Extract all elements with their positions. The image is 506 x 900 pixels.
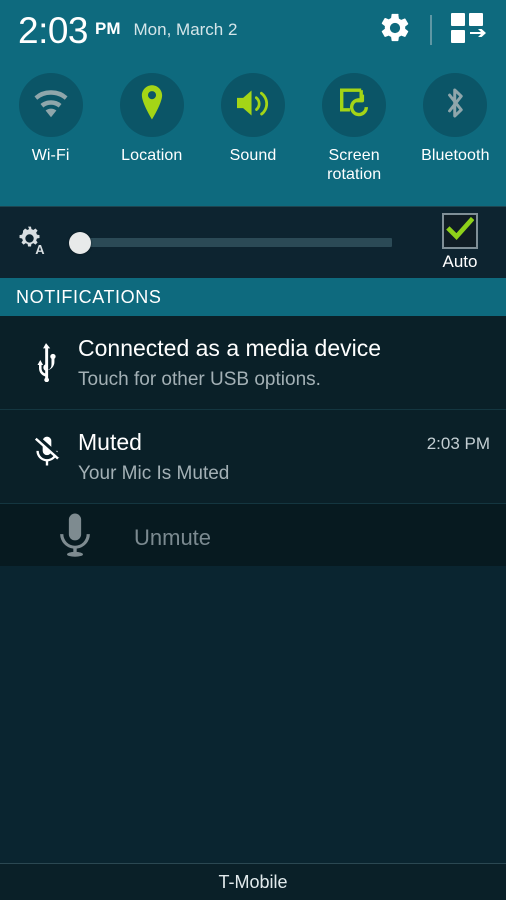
action-icon-wrap <box>16 512 134 563</box>
toggle-sound-label: Sound <box>229 147 277 164</box>
screen-rotation-label-line2: rotation <box>327 166 382 183</box>
notification-title: Muted <box>78 429 142 455</box>
brightness-slider-track[interactable] <box>74 238 392 247</box>
bluetooth-icon <box>439 84 471 127</box>
brightness-icon-wrap: A <box>0 224 62 261</box>
gear-icon <box>378 11 412 50</box>
screen-rotation-label-line1: Screen <box>328 147 380 164</box>
carrier-footer: T-Mobile <box>0 863 506 900</box>
usb-icon <box>32 340 62 393</box>
toggle-screen-rotation[interactable]: Screen rotation <box>306 73 402 184</box>
notifications-header-label: NOTIFICATIONS <box>16 286 162 307</box>
notification-list: Connected as a media device Touch for ot… <box>0 316 506 572</box>
auto-brightness-label: Auto <box>442 252 478 271</box>
quick-toggles-row: Wi-Fi Location Sound Screen rotation Blu… <box>0 60 506 206</box>
settings-button[interactable] <box>378 11 412 50</box>
brightness-slider[interactable] <box>62 223 414 263</box>
notification-subtitle: Your Mic Is Muted <box>78 463 230 484</box>
notification-time: 2:03 PM <box>426 434 490 453</box>
toggle-location-label: Location <box>121 147 183 164</box>
microphone-muted-icon <box>32 434 62 487</box>
notification-action-label: Unmute <box>134 524 212 550</box>
auto-brightness-checkbox[interactable]: Auto <box>414 213 506 272</box>
notifications-header: NOTIFICATIONS <box>0 278 506 316</box>
location-pin-icon <box>136 84 168 127</box>
status-bar-divider <box>430 15 432 45</box>
microphone-icon <box>56 512 94 563</box>
auto-brightness-gear-icon: A <box>14 224 48 261</box>
brightness-row: A Auto <box>0 206 506 278</box>
auto-brightness-check-box[interactable] <box>442 213 478 249</box>
notification-title: Connected as a media device <box>78 335 382 361</box>
speaker-sound-icon <box>234 87 272 124</box>
notification-item-muted[interactable]: Muted Your Mic Is Muted 2:03 PM <box>0 410 506 504</box>
brightness-slider-knob[interactable] <box>69 231 91 254</box>
toggle-screen-rotation-label: Screen rotation <box>327 146 381 184</box>
toggle-sound-circle <box>220 73 285 137</box>
toggle-bluetooth[interactable]: Bluetooth <box>407 73 503 165</box>
clock-time: 2:03 <box>18 9 89 51</box>
notification-body: Muted Your Mic Is Muted <box>78 428 427 487</box>
notification-action-unmute[interactable]: Unmute <box>0 504 506 572</box>
empty-shade-area <box>0 566 506 863</box>
quick-settings-button[interactable] <box>450 11 488 50</box>
notification-subtitle: Touch for other USB options. <box>78 369 321 390</box>
wifi-icon <box>33 88 69 123</box>
toggle-location[interactable]: Location <box>104 73 200 165</box>
notification-icon-wrap <box>16 428 78 487</box>
checkmark-icon <box>446 216 475 246</box>
status-bar: 2:03 PM Mon, March 2 <box>0 0 506 60</box>
clock-ampm: PM <box>95 19 121 38</box>
notification-icon-wrap <box>16 334 78 393</box>
notification-item-usb[interactable]: Connected as a media device Touch for ot… <box>0 316 506 410</box>
svg-text:A: A <box>35 242 44 256</box>
carrier-label: T-Mobile <box>218 871 288 892</box>
toggle-location-circle <box>119 73 184 137</box>
toggle-wifi-label: Wi-Fi <box>31 147 70 164</box>
clock-date: Mon, March 2 <box>133 19 238 39</box>
toggle-sound[interactable]: Sound <box>205 73 301 165</box>
toggle-bluetooth-label: Bluetooth <box>421 147 490 164</box>
toggle-screen-rotation-circle <box>322 73 387 137</box>
quick-settings-grid-icon <box>450 11 488 50</box>
toggle-wifi[interactable]: Wi-Fi <box>3 73 99 165</box>
toggle-wifi-circle <box>18 73 83 137</box>
notification-body: Connected as a media device Touch for ot… <box>78 334 490 393</box>
notification-shade: 2:03 PM Mon, March 2 Wi-Fi Location Soun… <box>0 0 506 900</box>
screen-rotation-icon <box>337 86 371 125</box>
toggle-bluetooth-circle <box>423 73 488 137</box>
